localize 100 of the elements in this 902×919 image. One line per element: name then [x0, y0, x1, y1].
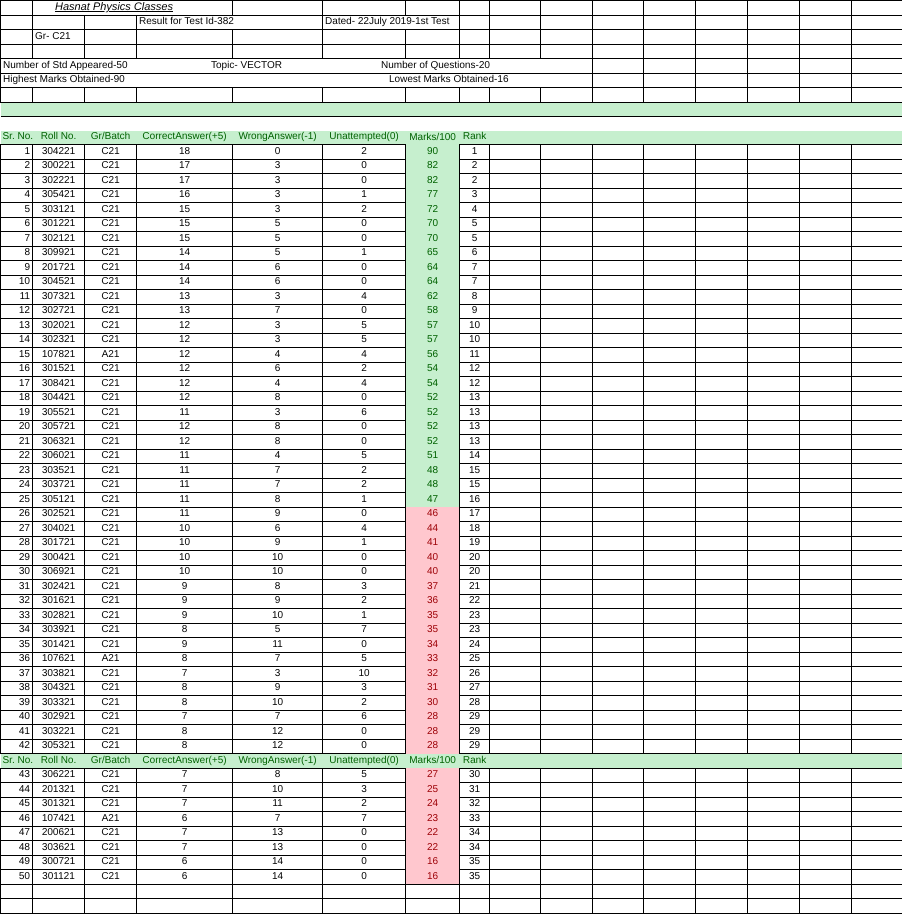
table-cell: 18 — [468, 522, 480, 535]
table-cell: 44 — [18, 784, 30, 796]
table-cell: 13 — [178, 290, 190, 303]
table-cell: 14 — [18, 334, 30, 346]
table-cell: 22 — [18, 450, 30, 462]
table-cell: 107621 — [42, 653, 76, 666]
table-cell: 12 — [178, 363, 190, 376]
table-cell: 6 — [274, 276, 280, 288]
table-cell: 10 — [272, 696, 284, 709]
table-cell: 11 — [179, 508, 190, 520]
table-cell: C21 — [101, 392, 120, 404]
highest-marks-label: Highest Marks Obtained-90 — [3, 74, 126, 86]
table-cell: 34 — [18, 624, 30, 636]
table-cell: 6 — [472, 247, 478, 260]
table-cell: 2 — [472, 160, 478, 172]
table-cell: 38 — [18, 682, 30, 694]
column-header: Roll No. — [40, 131, 76, 144]
table-cell: 35 — [18, 638, 30, 651]
table-cell: 107821 — [42, 348, 76, 361]
table-cell: A21 — [102, 653, 120, 666]
column-header: Marks/100 — [409, 754, 456, 767]
table-cell: 3 — [274, 290, 280, 303]
table-cell: 5 — [472, 232, 478, 245]
table-cell: 303221 — [42, 726, 76, 738]
table-cell: 6 — [361, 406, 367, 419]
table-cell: 4 — [472, 204, 478, 216]
table-cell: 6 — [274, 363, 280, 376]
table-cell: 26 — [468, 668, 480, 680]
marks-cell: 22 — [406, 826, 460, 840]
table-cell: 0 — [361, 870, 367, 883]
table-cell: 5 — [361, 450, 367, 462]
table-cell: 0 — [361, 842, 367, 854]
table-cell: 6 — [182, 812, 188, 825]
marks-cell: 90 — [406, 144, 460, 159]
table-cell: C21 — [101, 682, 120, 694]
table-cell: A21 — [102, 812, 120, 825]
table-cell: C21 — [101, 247, 120, 260]
table-cell: 0 — [361, 262, 367, 274]
table-cell: 3 — [361, 784, 367, 796]
table-cell: 10 — [358, 668, 370, 680]
table-cell: 27 — [468, 682, 480, 694]
table-cell: 3 — [274, 668, 280, 680]
table-cell: 8 — [274, 769, 280, 782]
table-cell: 10 — [178, 566, 190, 578]
marks-cell: 32 — [406, 666, 460, 681]
table-cell: 49 — [18, 856, 30, 868]
table-cell: 15 — [18, 348, 30, 361]
marks-cell: 28 — [406, 724, 460, 739]
table-cell: 11 — [179, 450, 190, 462]
table-cell: C21 — [101, 696, 120, 709]
table-cell: 301721 — [42, 537, 76, 550]
table-cell: 32 — [468, 798, 480, 810]
table-cell: 1 — [361, 189, 367, 202]
table-cell: 1 — [361, 537, 367, 550]
table-cell: 23 — [468, 624, 480, 636]
table-cell: 304221 — [42, 146, 76, 158]
table-cell: 7 — [361, 812, 367, 825]
table-cell: 305421 — [42, 189, 76, 202]
marks-cell: 52 — [406, 434, 460, 449]
table-cell: C21 — [101, 668, 120, 680]
table-cell: 19 — [18, 406, 30, 419]
table-cell: 9 — [274, 682, 280, 694]
table-cell: 13 — [178, 305, 190, 318]
table-cell: 300721 — [42, 856, 76, 868]
table-cell: 301521 — [42, 363, 76, 376]
table-cell: 30 — [468, 769, 480, 782]
table-cell: 0 — [361, 638, 367, 651]
table-cell: 23 — [18, 464, 30, 477]
table-cell: 0 — [361, 218, 367, 230]
table-cell: 303921 — [42, 624, 76, 636]
table-cell: 15 — [468, 464, 480, 477]
marks-cell: 70 — [406, 217, 460, 232]
marks-cell: 24 — [406, 797, 460, 812]
table-cell: 304421 — [42, 392, 76, 404]
table-cell: 0 — [361, 305, 367, 318]
table-cell: 0 — [361, 421, 367, 434]
table-cell: 3 — [274, 204, 280, 216]
table-cell: 201321 — [42, 784, 76, 796]
table-cell: 305521 — [42, 406, 76, 419]
table-cell: 13 — [272, 827, 284, 840]
table-cell: 8 — [274, 421, 280, 434]
table-cell: 16 — [178, 189, 190, 202]
table-cell: C21 — [101, 827, 120, 840]
table-cell: 5 — [274, 218, 280, 230]
table-cell: 201721 — [42, 262, 76, 274]
table-cell: 12 — [178, 436, 190, 448]
table-cell: 7 — [182, 842, 188, 854]
table-cell: 21 — [468, 580, 480, 593]
table-cell: 14 — [468, 450, 480, 462]
table-cell: 2 — [24, 160, 30, 172]
table-cell: 7 — [361, 624, 367, 636]
marks-cell: 52 — [406, 406, 460, 420]
table-cell: 1 — [24, 146, 30, 158]
table-cell: C21 — [101, 378, 120, 390]
table-cell: 10 — [18, 276, 30, 288]
table-cell: 45 — [18, 798, 30, 810]
table-cell: 46 — [18, 812, 30, 825]
table-cell: 8 — [182, 682, 188, 694]
table-cell: 13 — [18, 320, 30, 332]
table-cell: 29 — [468, 740, 480, 752]
